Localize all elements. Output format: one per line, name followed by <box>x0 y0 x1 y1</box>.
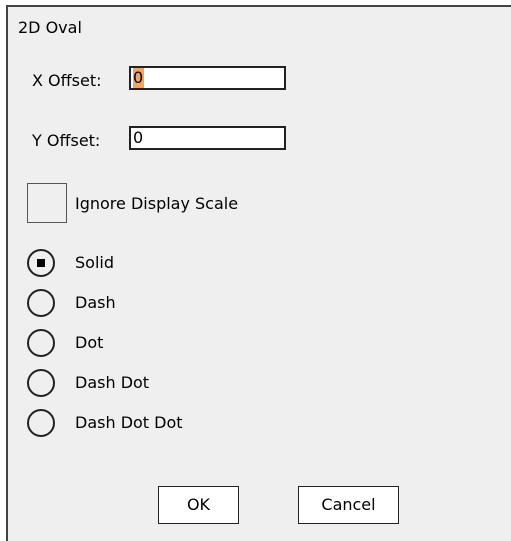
x-offset-value: 0 <box>133 68 144 88</box>
radio-solid-button[interactable] <box>27 249 55 277</box>
radio-dash-dot-dot-label: Dash Dot Dot <box>75 413 183 432</box>
radio-dot[interactable]: Dot <box>27 329 277 359</box>
dialog-title: 2D Oval <box>18 18 82 37</box>
radio-dash[interactable]: Dash <box>27 289 277 319</box>
radio-dash-dot-label: Dash Dot <box>75 373 150 392</box>
y-offset-value: 0 <box>133 128 144 147</box>
y-offset-label: Y Offset: <box>32 131 101 150</box>
radio-dash-dot-button[interactable] <box>27 369 55 397</box>
radio-dash-dot-dot[interactable]: Dash Dot Dot <box>27 409 277 439</box>
y-offset-input[interactable]: 0 <box>129 126 286 150</box>
radio-dash-button[interactable] <box>27 289 55 317</box>
x-offset-input[interactable]: 0 <box>129 66 286 90</box>
radio-solid[interactable]: Solid <box>27 249 277 279</box>
cancel-button[interactable]: Cancel <box>298 486 399 524</box>
radio-dash-dot[interactable]: Dash Dot <box>27 369 277 399</box>
radio-dash-label: Dash <box>75 293 116 312</box>
radio-solid-label: Solid <box>75 253 114 272</box>
ok-button[interactable]: OK <box>158 486 239 524</box>
radio-dot-label: Dot <box>75 333 104 352</box>
oval-properties-dialog: 2D Oval X Offset: 0 Y Offset: 0 Ignore D… <box>6 5 511 541</box>
ignore-display-scale-checkbox[interactable] <box>27 183 67 223</box>
x-offset-label: X Offset: <box>32 71 102 90</box>
ignore-display-scale-label: Ignore Display Scale <box>75 194 239 213</box>
radio-dash-dot-dot-button[interactable] <box>27 409 55 437</box>
radio-dot-button[interactable] <box>27 329 55 357</box>
radio-selected-dot <box>37 259 45 267</box>
